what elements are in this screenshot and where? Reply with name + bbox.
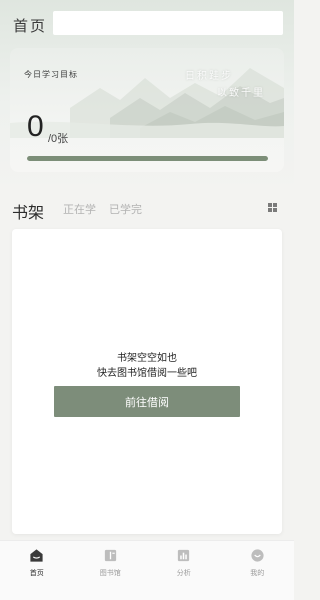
profile-icon — [251, 549, 264, 562]
bookshelf-panel — [12, 229, 282, 534]
home-icon — [30, 549, 43, 562]
nav-label-library: 图书馆 — [99, 569, 121, 577]
bottom-navigation: 首页 图书馆 分析 我的 — [0, 540, 294, 600]
nav-item-home[interactable]: 首页 — [0, 541, 74, 600]
goal-total: /0张 — [48, 133, 69, 145]
tab-completed[interactable]: 已学完 — [109, 201, 142, 217]
tab-learning[interactable]: 正在学 — [63, 201, 96, 217]
empty-shelf-hint: 快去图书馆借阅一些吧 — [97, 368, 197, 379]
nav-item-library[interactable]: 图书馆 — [74, 541, 148, 600]
motto-line-2: 以致千里 — [217, 88, 265, 99]
nav-label-analysis: 分析 — [176, 569, 191, 577]
study-goal-card[interactable]: 今日学习目标 日积跬步 以致千里 0 /0张 — [10, 48, 284, 172]
shelf-title: 书架 — [12, 203, 45, 222]
page-title: 首页 — [13, 17, 48, 35]
goal-label: 今日学习目标 — [24, 70, 78, 79]
goal-count: 0 — [27, 110, 44, 143]
analysis-icon — [178, 549, 190, 562]
search-input[interactable] — [53, 11, 283, 35]
goal-progress-fill — [27, 156, 268, 161]
motto-line-1: 日积跬步 — [185, 71, 233, 82]
nav-item-profile[interactable]: 我的 — [221, 541, 295, 600]
go-borrow-button[interactable]: 前往借阅 — [54, 386, 240, 417]
goal-progress-bar — [27, 156, 268, 161]
nav-label-home: 首页 — [29, 569, 44, 577]
library-icon — [104, 549, 116, 562]
grid-view-icon[interactable] — [268, 203, 277, 212]
nav-item-analysis[interactable]: 分析 — [147, 541, 221, 600]
nav-label-profile: 我的 — [250, 569, 265, 577]
empty-shelf-message: 书架空空如也 — [117, 353, 177, 364]
